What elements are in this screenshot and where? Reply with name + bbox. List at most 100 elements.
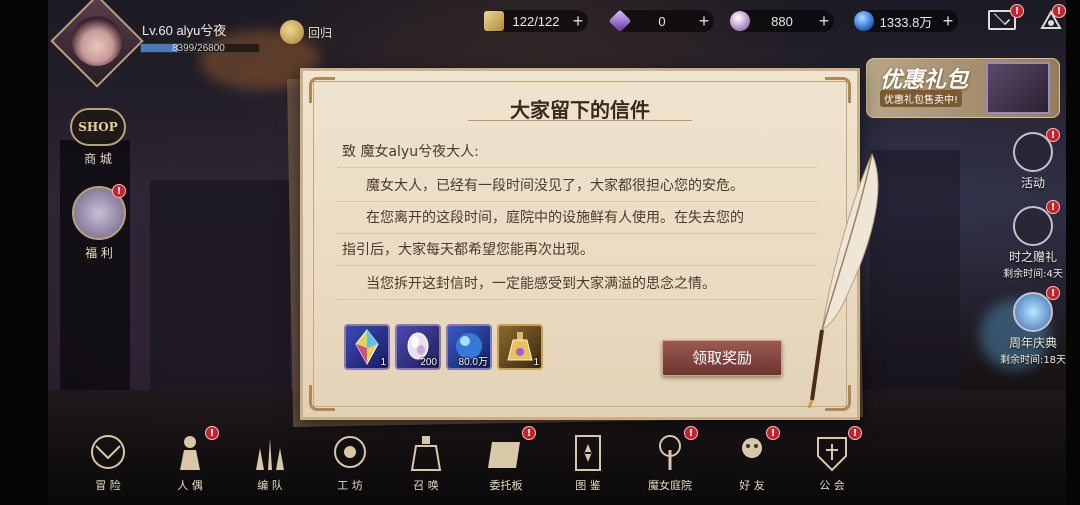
gold-value: 1333.8万 xyxy=(879,14,933,30)
nav-label: 魔女庭院 xyxy=(648,479,692,492)
add-crystal-button[interactable]: + xyxy=(694,11,714,32)
return-button[interactable]: 回归 xyxy=(280,20,332,44)
nav-label: 冒 险 xyxy=(95,479,121,492)
gem-value: 880 xyxy=(771,13,793,29)
reward-item[interactable]: 1 xyxy=(497,324,543,370)
scroll-icon xyxy=(484,11,504,31)
letter-paragraph-1: 魔女大人，已经有一段时间没见了，大家都很担心您的安危。 xyxy=(366,178,744,194)
reward-item[interactable]: 200 xyxy=(395,324,441,370)
title-underline xyxy=(468,120,692,121)
nav-label: 工 坊 xyxy=(337,479,363,492)
background-pillar xyxy=(60,140,130,390)
rainbow-gem-icon xyxy=(730,11,750,31)
player-level: Lv.60 alyu兮夜 xyxy=(142,23,227,38)
activity-label: 活动 xyxy=(1020,176,1045,190)
corner-ornament xyxy=(309,385,335,411)
anniversary-label: 周年庆典 xyxy=(1008,336,1057,350)
resource-crystal: 0 + xyxy=(608,9,714,33)
reward-count: 1 xyxy=(380,357,386,368)
return-label: 回归 xyxy=(308,25,333,40)
letter-paragraph-3: 当您拆开这封信时，一定能感受到大家满溢的思念之情。 xyxy=(366,276,716,292)
nav-summon[interactable]: 召 唤 xyxy=(394,432,458,493)
resource-stamina: 122/122 + xyxy=(484,10,588,32)
doll-icon xyxy=(180,436,200,470)
background-statue xyxy=(150,180,290,390)
nav-formation[interactable]: 编 队 xyxy=(238,432,302,493)
add-gem-button[interactable]: + xyxy=(814,11,834,32)
adventure-icon xyxy=(91,435,125,469)
nav-courtyard[interactable]: 魔女庭院 xyxy=(638,432,702,493)
activity-button[interactable]: 活动 xyxy=(993,132,1073,191)
fountain-icon xyxy=(1013,292,1053,332)
nav-workshop[interactable]: 工 坊 xyxy=(318,432,382,493)
reward-item[interactable]: 80.0万 xyxy=(446,324,492,370)
letter-paragraph-2b: 指引后，大家每天都希望您能再次出现。 xyxy=(342,242,594,258)
nav-friends-badge: ! xyxy=(766,426,780,440)
nav-label: 公 会 xyxy=(819,479,845,492)
balloon-icon xyxy=(280,20,304,44)
letter-paragraph-2a: 在您离开的这段时间，庭院中的设施鲜有人使用。在失去您的 xyxy=(366,210,744,226)
dialog-title: 大家留下的信件 xyxy=(510,98,650,122)
blue-orb-icon xyxy=(854,11,874,31)
welfare-label: 福 利 xyxy=(85,246,113,260)
nav-label: 图 鉴 xyxy=(575,479,601,492)
time-gift-button[interactable]: 时之赠礼 剩余时间:4天 xyxy=(993,206,1073,280)
player-avatar[interactable] xyxy=(72,16,122,66)
text-rule xyxy=(338,299,818,300)
add-stamina-button[interactable]: + xyxy=(568,11,588,32)
anniversary-remaining: 剩余时间:18天 xyxy=(999,355,1067,366)
reward-count: 80.0万 xyxy=(458,357,488,368)
mail-badge: ! xyxy=(1010,4,1024,18)
stamina-value: 122/122 xyxy=(512,13,560,29)
time-gift-remaining: 剩余时间:4天 xyxy=(1003,269,1063,280)
left-screen-edge xyxy=(0,0,48,505)
crystal-value: 0 xyxy=(658,13,666,29)
nav-commission[interactable]: 委托板 xyxy=(474,432,538,493)
exp-text: 8399/26800 xyxy=(172,43,225,54)
text-rule xyxy=(338,201,818,202)
welfare-badge: ! xyxy=(112,184,126,198)
commission-icon xyxy=(488,442,520,468)
codex-icon xyxy=(575,435,601,471)
nav-label: 编 队 xyxy=(257,479,283,492)
gift-pack-subtitle: 优惠礼包售卖中! xyxy=(880,90,963,107)
quill-pen-icon xyxy=(807,152,879,409)
workshop-icon xyxy=(334,436,366,468)
add-gold-button[interactable]: + xyxy=(938,11,958,32)
text-rule xyxy=(338,233,818,234)
shop-icon: SHOP xyxy=(70,108,126,146)
nav-commission-badge: ! xyxy=(522,426,536,440)
reward-count: 200 xyxy=(420,357,437,368)
settings-badge: ! xyxy=(1052,4,1066,18)
shop-label: 商 城 xyxy=(84,152,112,166)
reward-count: 1 xyxy=(533,357,539,368)
activity-badge: ! xyxy=(1046,128,1060,142)
anniversary-button[interactable]: 周年庆典 剩余时间:18天 xyxy=(993,292,1073,366)
time-gift-badge: ! xyxy=(1046,200,1060,214)
nav-label: 委托板 xyxy=(489,479,523,492)
nav-label: 召 唤 xyxy=(413,479,439,492)
formation-icon xyxy=(256,438,284,470)
text-rule xyxy=(338,167,818,168)
shop-button[interactable]: SHOP 商 城 xyxy=(70,108,126,167)
gift-box-icon xyxy=(986,62,1050,114)
nav-doll[interactable]: 人 偶 xyxy=(158,432,222,493)
time-gift-label: 时之赠礼 xyxy=(1008,250,1057,264)
claim-reward-button[interactable]: 领取奖励 xyxy=(662,340,782,376)
nav-codex[interactable]: 图 鉴 xyxy=(556,432,620,493)
letter-greeting: 致 魔女alyu兮夜大人: xyxy=(342,144,479,160)
nav-guild[interactable]: 公 会 xyxy=(800,432,864,493)
clock-icon xyxy=(1013,206,1053,246)
nav-adventure[interactable]: 冒 险 xyxy=(76,432,140,493)
resource-gem: 880 + xyxy=(730,10,834,32)
nav-label: 好 友 xyxy=(739,479,765,492)
nav-friends[interactable]: 好 友 xyxy=(720,432,784,493)
guild-icon xyxy=(817,437,847,472)
nav-courtyard-badge: ! xyxy=(684,426,698,440)
anniversary-badge: ! xyxy=(1046,286,1060,300)
reward-item[interactable]: 1 xyxy=(344,324,390,370)
nav-label: 人 偶 xyxy=(177,479,203,492)
resource-gold: 1333.8万 + xyxy=(854,10,958,32)
summon-icon xyxy=(410,436,442,471)
nav-guild-badge: ! xyxy=(848,426,862,440)
